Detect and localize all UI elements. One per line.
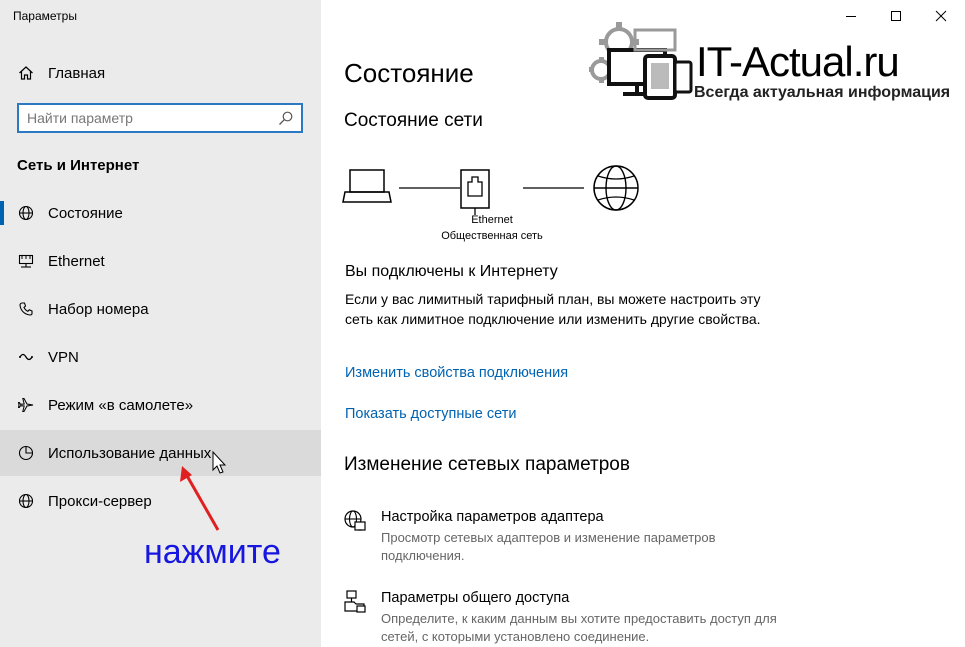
globe-icon [17, 492, 35, 510]
sidebar-item-data-usage[interactable]: Использование данных [0, 430, 321, 476]
search-box[interactable] [17, 103, 303, 133]
sidebar-item-label: Ethernet [48, 252, 105, 270]
page-title: Состояние [344, 58, 474, 88]
watermark-logo: IT-Actual.ru Всегда актуальная информаци… [583, 16, 965, 108]
option-title: Параметры общего доступа [381, 590, 570, 606]
ethernet-adapter-icon [460, 169, 490, 215]
globe-icon [17, 204, 35, 222]
internet-globe-icon [593, 165, 639, 211]
connection-status-title: Вы подключены к Интернету [345, 263, 558, 280]
change-network-settings-heading: Изменение сетевых параметров [344, 454, 630, 475]
gears-devices-icon [589, 22, 693, 100]
search-input[interactable] [27, 108, 267, 128]
option-title: Настройка параметров адаптера [381, 509, 604, 525]
annotation-label: нажмите [144, 533, 281, 571]
sidebar-item-label: Прокси-сервер [48, 492, 152, 510]
sidebar-item-status[interactable]: Состояние [0, 190, 321, 236]
sidebar-item-proxy[interactable]: Прокси-сервер [0, 478, 321, 524]
adapter-name: Ethernet [471, 214, 513, 226]
watermark-tagline: Всегда актуальная информация [694, 84, 951, 101]
option-description: Просмотр сетевых адаптеров и изменение п… [381, 530, 716, 563]
adapter-settings-icon [344, 510, 366, 531]
sidebar-item-label: Использование данных [48, 444, 212, 462]
sidebar-section-title: Сеть и Интернет [17, 157, 140, 174]
laptop-icon [342, 169, 392, 203]
sidebar-item-label: Состояние [48, 204, 123, 222]
settings-window: Параметры Главная Сеть и Интернет Состоя… [0, 0, 965, 647]
show-available-networks-link[interactable]: Показать доступные сети [345, 406, 516, 422]
vpn-icon [17, 348, 35, 366]
network-status-heading: Состояние сети [344, 110, 483, 131]
sidebar-item-vpn[interactable]: VPN [0, 334, 321, 380]
sidebar-item-label: VPN [48, 348, 79, 366]
connection-status-description: Если у вас лимитный тарифный план, вы мо… [345, 291, 761, 327]
airplane-icon [17, 396, 35, 414]
sidebar-item-ethernet[interactable]: Ethernet [0, 238, 321, 284]
phone-icon [17, 300, 35, 318]
sidebar-item-label: Главная [48, 64, 106, 82]
option-description: Определите, к каким данным вы хотите пре… [381, 611, 777, 644]
watermark-brand: IT-Actual.ru [696, 38, 900, 85]
home-icon [17, 64, 35, 82]
sidebar-item-dialup[interactable]: Набор номера [0, 286, 321, 332]
window-title: Параметры [13, 9, 77, 23]
sidebar-item-home[interactable]: Главная [0, 50, 321, 96]
pie-chart-icon [17, 444, 35, 462]
search-icon[interactable] [278, 110, 294, 126]
sidebar-item-label: Набор номера [48, 300, 149, 318]
network-type: Общественная сеть [441, 230, 543, 242]
change-connection-properties-link[interactable]: Изменить свойства подключения [345, 365, 568, 381]
sidebar-item-label: Режим «в самолете» [48, 396, 194, 414]
sidebar-item-airplane-mode[interactable]: Режим «в самолете» [0, 382, 321, 428]
ethernet-icon [17, 252, 35, 270]
sharing-settings-icon [344, 590, 366, 613]
